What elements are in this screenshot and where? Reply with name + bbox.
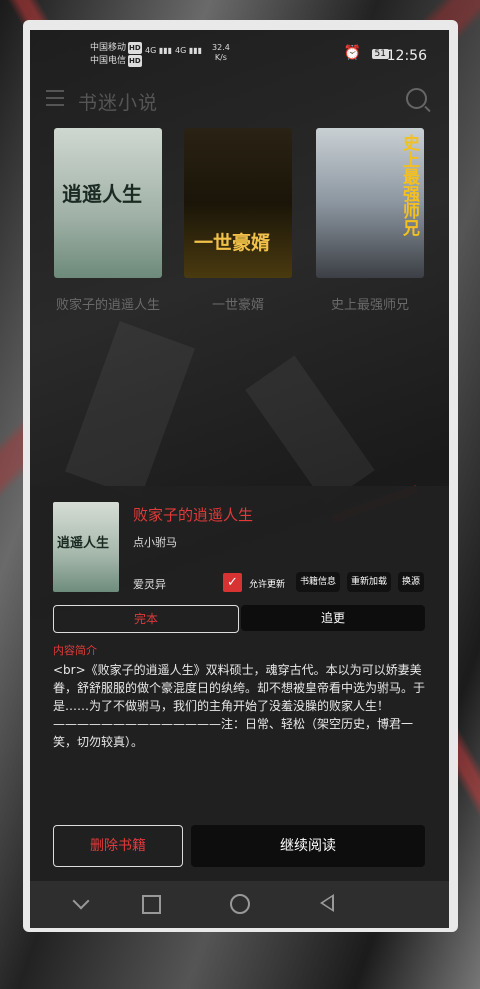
status-bar: 中国移动 HD 中国电信 HD 4G ▮▮▮ 4G ▮▮▮ 32.4 K/s ⏰ 51… [30,30,449,76]
signal-icon: 4G ▮▮▮ [175,46,203,55]
search-icon[interactable] [406,88,427,109]
alarm-icon: ⏰ [343,45,361,61]
network-speed: 32.4 K/s [212,43,230,62]
app-title: 书迷小说 [78,92,159,114]
intro-label: 内容简介 [53,644,97,657]
book-card[interactable]: 逍遥人生 败家子的逍遥人生 [53,128,163,313]
book-info-button[interactable]: 书籍信息 [296,572,341,592]
app-header: 书迷小说 [30,76,449,126]
book-title: 一世豪婿 [211,298,264,313]
carrier-1: 中国移动 HD [90,42,142,54]
continue-reading-button[interactable]: 继续阅读 [191,825,425,867]
back-icon[interactable] [320,894,334,912]
book-cover[interactable]: 史上最强师兄 [316,128,424,278]
book-card[interactable]: 一世豪婿 一世豪婿 [183,128,293,313]
allow-update-label: 允许更新 [249,580,286,590]
allow-update-checkbox[interactable]: ✓ [223,573,242,592]
carrier-2: 中国电信 HD [90,55,142,67]
menu-icon[interactable] [46,90,64,106]
signal-icon: 4G ▮▮▮ [145,46,173,55]
chevron-down-icon[interactable] [72,892,90,910]
reload-button[interactable]: 重新加载 [347,572,392,592]
change-source-button[interactable]: 换源 [398,572,425,592]
detail-source: 爱灵异 [133,578,166,591]
recents-icon[interactable] [142,895,161,914]
app-screen: 中国移动 HD 中国电信 HD 4G ▮▮▮ 4G ▮▮▮ 32.4 K/s ⏰ 51… [30,30,449,928]
clock: 12:56 [386,48,427,64]
detail-author: 点小驸马 [133,536,177,549]
tab-completed[interactable]: 完本 [53,605,239,633]
book-title: 史上最强师兄 [330,298,409,313]
delete-book-button[interactable]: 删除书籍 [53,825,183,867]
book-cover[interactable]: 一世豪婿 [184,128,292,278]
system-nav-bar [30,881,449,928]
book-cover[interactable]: 逍遥人生 [54,128,162,278]
book-card[interactable]: 史上最强师兄 史上最强师兄 [315,128,425,313]
home-icon[interactable] [230,894,250,914]
detail-book-title: 败家子的逍遥人生 [133,506,254,524]
tab-follow-update[interactable]: 追更 [241,605,425,631]
detail-book-cover: 逍遥人生 [53,502,119,592]
intro-text: <br>《败家子的逍遥人生》双料硕士，魂穿古代。本以为可以娇妻美眷，舒舒服服的做… [53,663,426,749]
book-title: 败家子的逍遥人生 [55,298,160,313]
book-detail-sheet: 逍遥人生 败家子的逍遥人生 点小驸马 爱灵异 ✓ 允许更新 书籍信息 重新加载 … [30,486,449,881]
